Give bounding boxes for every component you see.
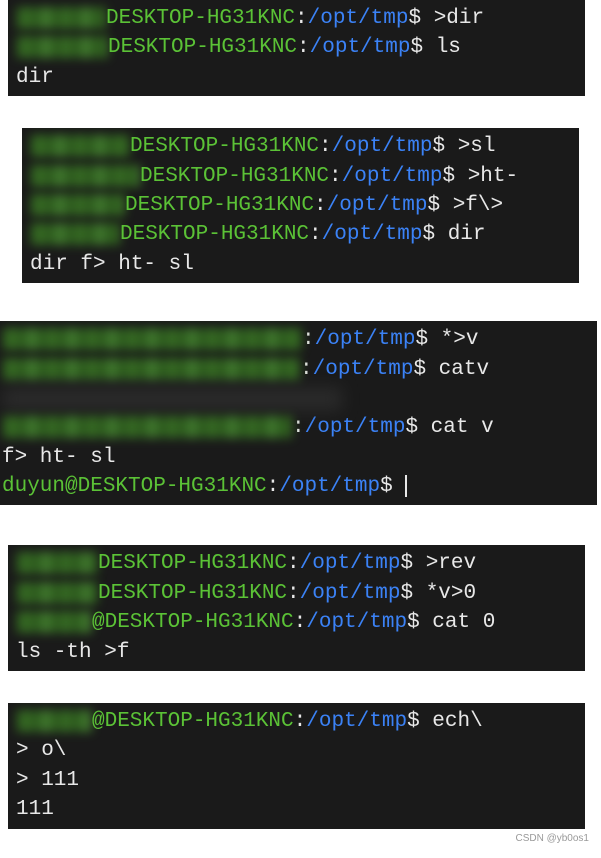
prompt-line: :/opt/tmp$ catv — [0, 355, 597, 384]
output-line: dir — [8, 63, 585, 92]
output-text: f> ht- sl — [2, 446, 115, 469]
command-text: ls — [436, 36, 461, 59]
output-text: dir f> ht- sl — [30, 253, 194, 276]
terminal-block-5: @DESKTOP-HG31KNC:/opt/tmp$ ech\ > o\ > 1… — [8, 703, 585, 829]
command-text: *v>0 — [426, 582, 476, 605]
path-label: /opt/tmp — [306, 611, 407, 634]
censored-user — [2, 328, 302, 350]
prompt-line: DESKTOP-HG31KNC:/opt/tmp$ dir — [22, 220, 579, 249]
path-label: /opt/tmp — [315, 328, 416, 351]
continuation-line: > 111 — [8, 766, 585, 795]
path-label: /opt/tmp — [306, 710, 407, 733]
censored-user — [16, 611, 92, 633]
command-text: ech\ — [432, 710, 482, 733]
prompt-line: @DESKTOP-HG31KNC:/opt/tmp$ cat 0 — [8, 608, 585, 637]
censored-user — [2, 358, 300, 380]
prompt-line: :/opt/tmp$ cat v — [0, 413, 597, 442]
censored-user — [16, 582, 98, 604]
output-text: dir — [16, 66, 54, 89]
censored-user — [16, 710, 92, 732]
path-label: /opt/tmp — [279, 475, 380, 498]
output-text: 111 — [16, 798, 54, 821]
command-text: cat 0 — [432, 611, 495, 634]
censored-user — [30, 165, 140, 187]
output-text: ls -th >f — [16, 641, 129, 664]
path-label: /opt/tmp — [342, 165, 443, 188]
output-line: ls -th >f — [8, 638, 585, 667]
host-label: @DESKTOP-HG31KNC — [92, 611, 294, 634]
host-label: DESKTOP-HG31KNC — [108, 36, 297, 59]
censored-user — [16, 36, 108, 58]
terminal-block-2: DESKTOP-HG31KNC:/opt/tmp$ >sl DESKTOP-HG… — [22, 128, 579, 283]
terminal-block-4: DESKTOP-HG31KNC:/opt/tmp$ >rev DESKTOP-H… — [8, 545, 585, 671]
host-label: DESKTOP-HG31KNC — [130, 135, 319, 158]
path-label: /opt/tmp — [308, 7, 409, 30]
continuation-text: > o\ — [16, 739, 66, 762]
command-text: dir — [448, 223, 486, 246]
censored-gray — [2, 387, 342, 411]
command-text: >f\> — [453, 194, 503, 217]
path-label: /opt/tmp — [310, 36, 411, 59]
censored-user — [2, 416, 292, 438]
prompt-line: DESKTOP-HG31KNC:/opt/tmp$ >ht- — [22, 162, 579, 191]
censored-user — [30, 223, 120, 245]
command-text: *>v — [441, 328, 479, 351]
cursor — [405, 475, 407, 497]
path-label: /opt/tmp — [305, 416, 406, 439]
command-text: cat v — [431, 416, 494, 439]
user-host-label: duyun@DESKTOP-HG31KNC — [2, 475, 267, 498]
command-text: >dir — [434, 7, 484, 30]
prompt-line: @DESKTOP-HG31KNC:/opt/tmp$ ech\ — [8, 707, 585, 736]
prompt-line: :/opt/tmp$ *>v — [0, 325, 597, 354]
command-text: >rev — [426, 552, 476, 575]
terminal-block-1: DESKTOP-HG31KNC:/opt/tmp$ >dir DESKTOP-H… — [8, 0, 585, 96]
path-label: /opt/tmp — [322, 223, 423, 246]
path-label: /opt/tmp — [332, 135, 433, 158]
terminal-block-3: :/opt/tmp$ *>v :/opt/tmp$ catv :/opt/tmp… — [0, 321, 597, 505]
host-label: DESKTOP-HG31KNC — [98, 582, 287, 605]
command-text: catv — [439, 358, 489, 381]
output-line: dir f> ht- sl — [22, 250, 579, 279]
host-label: DESKTOP-HG31KNC — [120, 223, 309, 246]
path-label: /opt/tmp — [300, 552, 401, 575]
command-text: >ht- — [468, 165, 518, 188]
host-label: DESKTOP-HG31KNC — [106, 7, 295, 30]
prompt-line: duyun@DESKTOP-HG31KNC:/opt/tmp$ — [0, 472, 597, 501]
censored-line — [0, 384, 597, 413]
host-label: @DESKTOP-HG31KNC — [92, 710, 294, 733]
prompt-line: DESKTOP-HG31KNC:/opt/tmp$ >f\> — [22, 191, 579, 220]
censored-user — [16, 7, 106, 29]
continuation-line: > o\ — [8, 736, 585, 765]
host-label: DESKTOP-HG31KNC — [125, 194, 314, 217]
censored-user — [30, 135, 130, 157]
continuation-text: > 111 — [16, 769, 79, 792]
output-line: f> ht- sl — [0, 443, 597, 472]
path-label: /opt/tmp — [313, 358, 414, 381]
prompt-line: DESKTOP-HG31KNC:/opt/tmp$ >sl — [22, 132, 579, 161]
censored-user — [30, 194, 125, 216]
path-label: /opt/tmp — [300, 582, 401, 605]
prompt-line: DESKTOP-HG31KNC:/opt/tmp$ >dir — [8, 4, 585, 33]
watermark: CSDN @yb0os1 — [515, 832, 589, 846]
host-label: DESKTOP-HG31KNC — [98, 552, 287, 575]
prompt-line: DESKTOP-HG31KNC:/opt/tmp$ ls — [8, 33, 585, 62]
output-line: 111 — [8, 795, 585, 824]
prompt-line: DESKTOP-HG31KNC:/opt/tmp$ >rev — [8, 549, 585, 578]
path-label: /opt/tmp — [327, 194, 428, 217]
prompt-line: DESKTOP-HG31KNC:/opt/tmp$ *v>0 — [8, 579, 585, 608]
host-label: DESKTOP-HG31KNC — [140, 165, 329, 188]
command-text: >sl — [458, 135, 496, 158]
censored-user — [16, 552, 98, 574]
